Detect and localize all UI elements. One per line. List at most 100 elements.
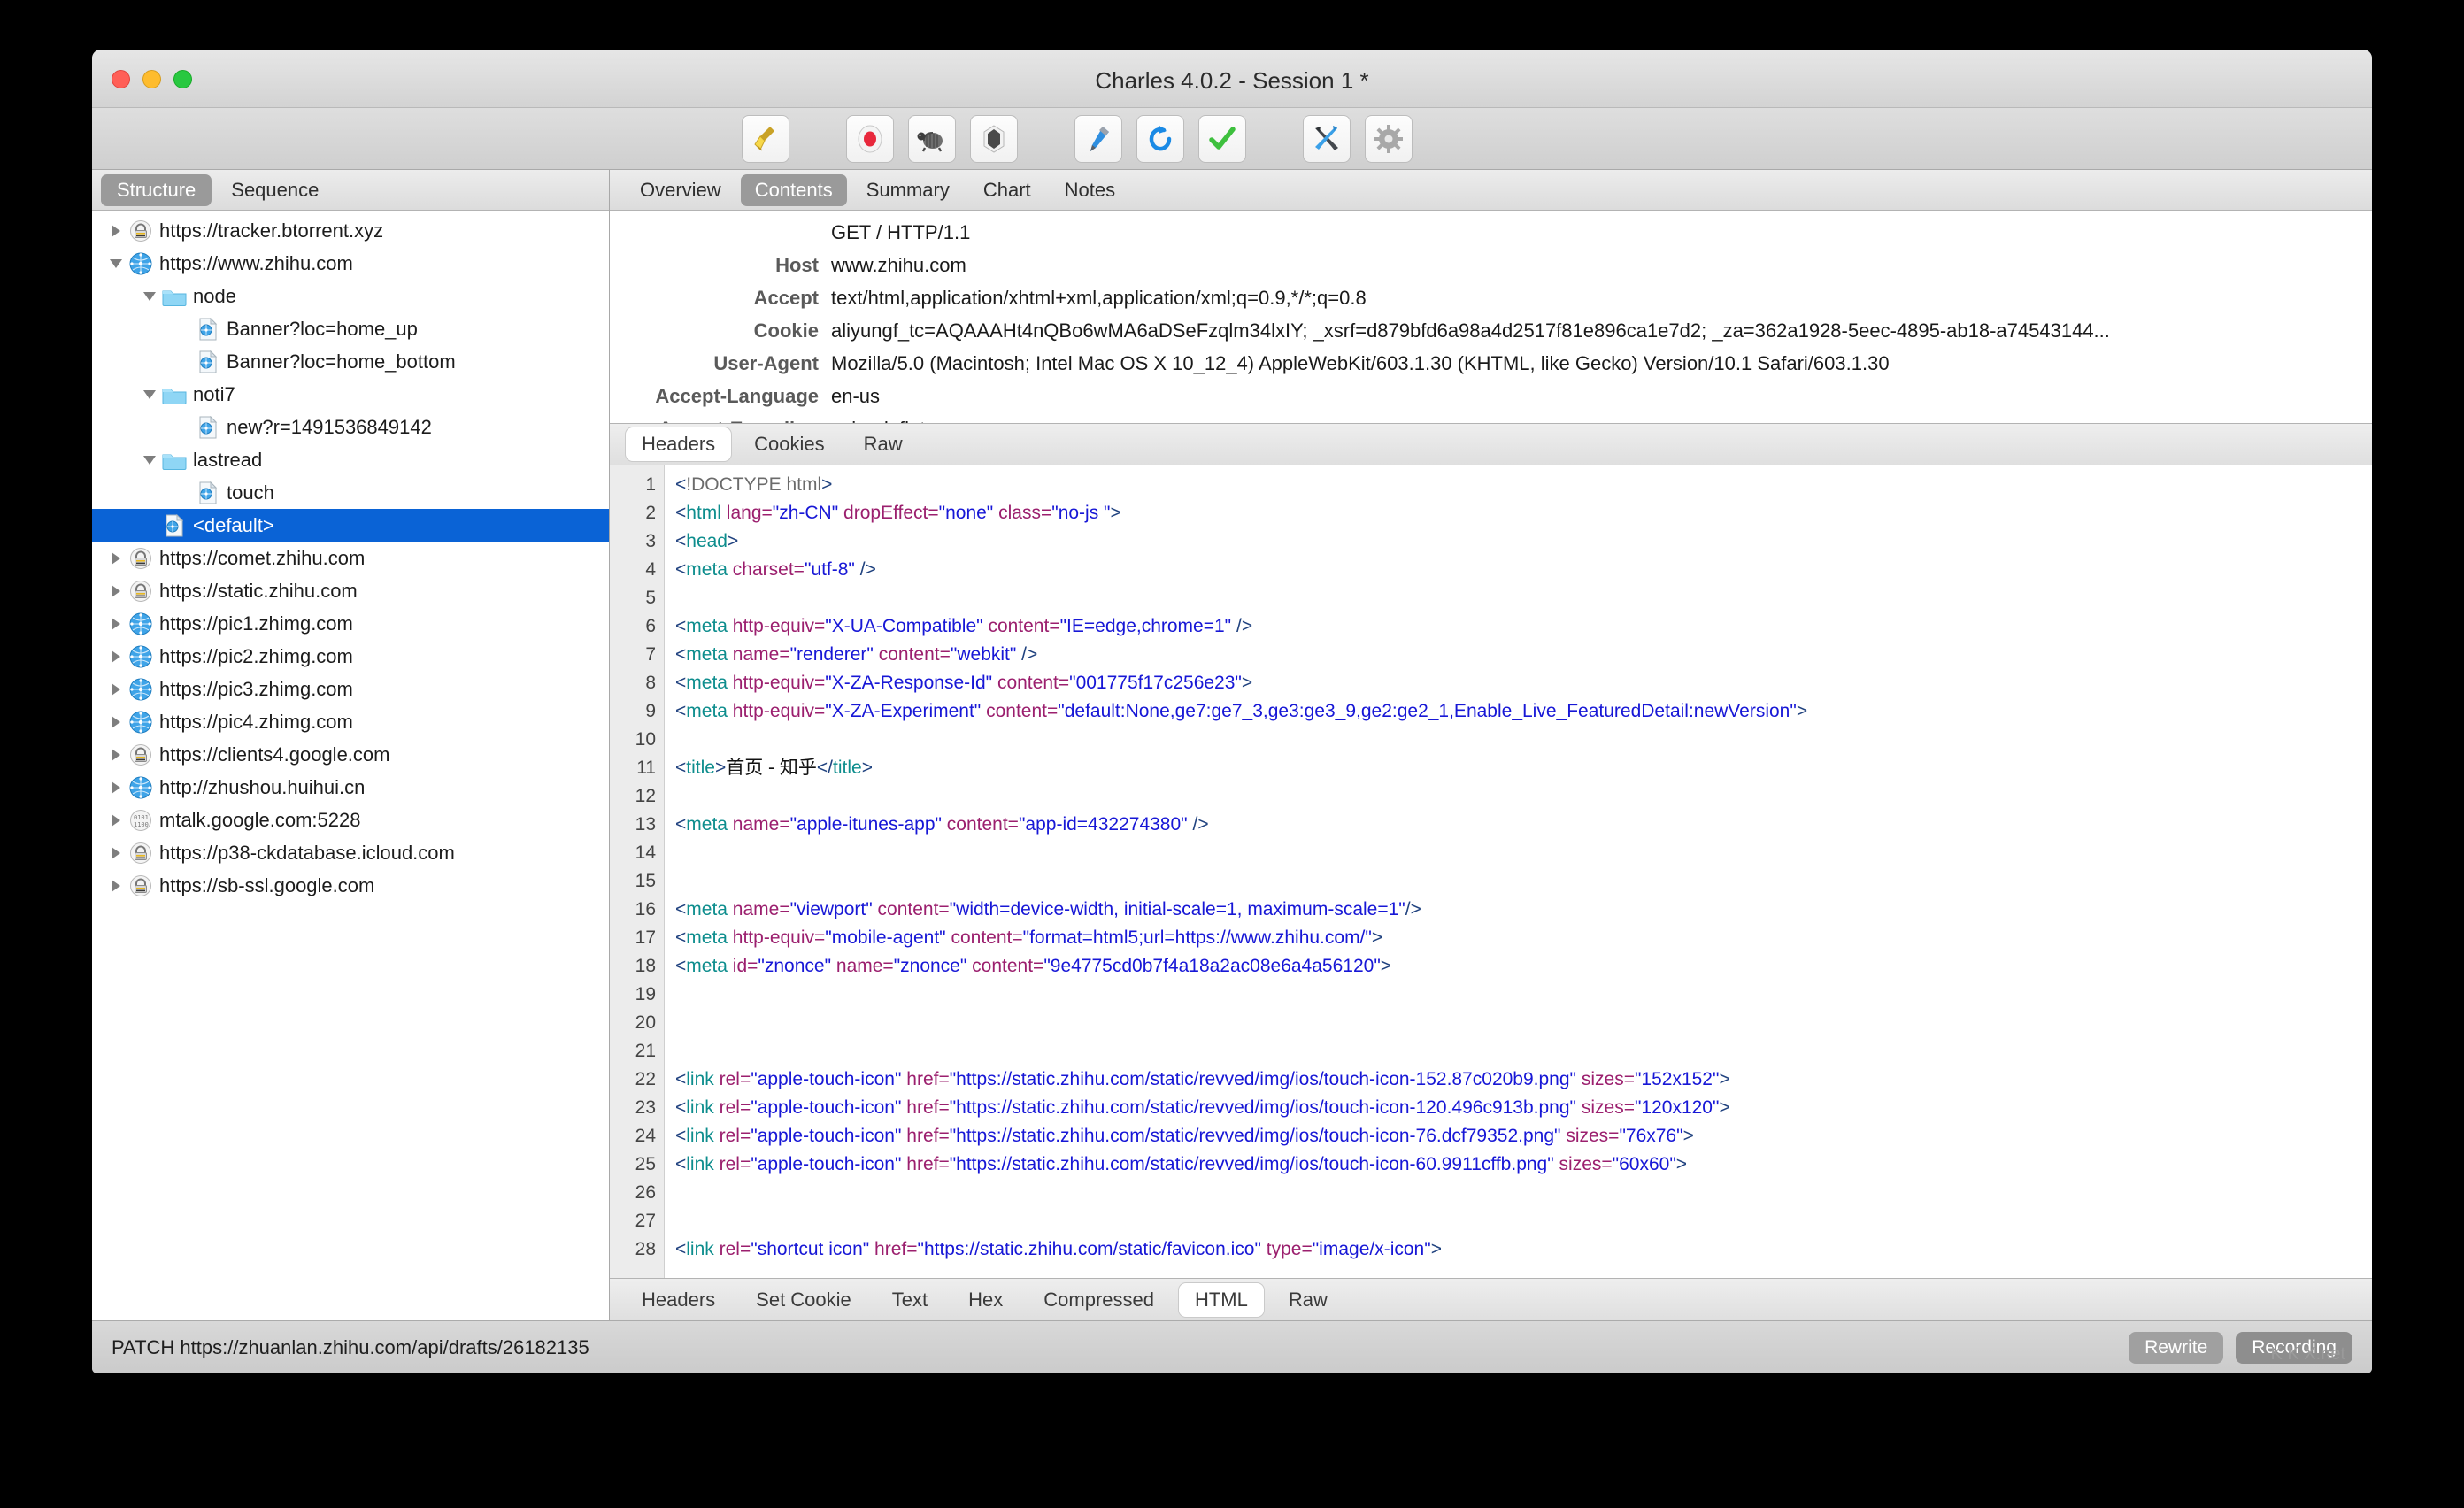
line-number: 24	[635, 1126, 656, 1146]
subtab-res-text[interactable]: Text	[876, 1283, 943, 1317]
chevron-down-icon[interactable]	[138, 454, 161, 466]
turtle-icon	[916, 126, 948, 152]
tree-row[interactable]: noti7	[92, 378, 609, 411]
tree-row[interactable]: https://www.zhihu.com	[92, 247, 609, 280]
chevron-right-icon[interactable]	[104, 846, 127, 860]
line-number: 7	[645, 644, 656, 665]
tree-row[interactable]: https://tracker.btorrent.xyz	[92, 214, 609, 247]
code-line: <meta http-equiv="mobile-agent" content=…	[675, 927, 1383, 948]
tab-overview[interactable]: Overview	[626, 174, 735, 206]
subtab-res-compressed[interactable]: Compressed	[1028, 1283, 1170, 1317]
titlebar: Charles 4.0.2 - Session 1 *	[92, 50, 2372, 108]
tree-row[interactable]: touch	[92, 476, 609, 509]
tree-row[interactable]: https://sb-ssl.google.com	[92, 869, 609, 902]
tree-row[interactable]: node	[92, 280, 609, 312]
tree-row[interactable]: https://pic4.zhimg.com	[92, 705, 609, 738]
tree-row-label: https://www.zhihu.com	[159, 251, 353, 274]
globe-icon	[127, 252, 154, 275]
chevron-right-icon[interactable]	[104, 813, 127, 827]
subtab-req-cookies[interactable]: Cookies	[738, 427, 840, 461]
subtab-res-headers[interactable]: Headers	[626, 1283, 731, 1317]
tree-row-label: Banner?loc=home_up	[227, 317, 418, 340]
subtab-res-set-cookie[interactable]: Set Cookie	[740, 1283, 867, 1317]
tree-row[interactable]: lastread	[92, 443, 609, 476]
tree-row[interactable]: https://p38-ckdatabase.icloud.com	[92, 836, 609, 869]
line-number: 8	[645, 673, 656, 693]
chevron-right-icon[interactable]	[104, 650, 127, 664]
chevron-down-icon[interactable]	[138, 290, 161, 303]
tree-row[interactable]: https://pic3.zhimg.com	[92, 673, 609, 705]
chevron-right-icon[interactable]	[104, 879, 127, 893]
subtab-res-hex[interactable]: Hex	[952, 1283, 1019, 1317]
subtab-res-raw[interactable]: Raw	[1273, 1283, 1344, 1317]
tab-chart[interactable]: Chart	[969, 174, 1045, 206]
chevron-down-icon[interactable]	[138, 389, 161, 401]
header-row: Accept-Language en-us	[610, 380, 2372, 412]
session-tree[interactable]: https://tracker.btorrent.xyz https://www.…	[92, 211, 609, 1320]
subtab-req-headers[interactable]: Headers	[626, 427, 732, 461]
line-number: 6	[645, 616, 656, 636]
segment-structure[interactable]: Structure	[101, 173, 212, 206]
line-number: 18	[635, 956, 656, 976]
line-number: 15	[635, 871, 656, 891]
chevron-right-icon[interactable]	[104, 617, 127, 631]
clear-session-button[interactable]	[742, 114, 789, 163]
settings-button[interactable]	[1365, 114, 1413, 163]
record-button[interactable]	[846, 114, 894, 163]
chevron-down-icon[interactable]	[104, 258, 127, 270]
tree-row[interactable]: http://zhushou.huihui.cn	[92, 771, 609, 804]
tree-row[interactable]: https://pic2.zhimg.com	[92, 640, 609, 673]
compose-button[interactable]	[1074, 114, 1122, 163]
tree-row-label: https://pic1.zhimg.com	[159, 612, 353, 635]
header-name: Cookie	[753, 319, 819, 342]
document-icon	[195, 317, 221, 341]
line-number: 10	[635, 729, 656, 750]
response-body-viewer[interactable]: 1 2 3 4 5 6 7 8 9 10 11 12 13 14 15 16 17 18 19 20 21 22 23 24 2…	[610, 465, 2372, 1278]
segment-sequence[interactable]: Sequence	[215, 174, 335, 206]
tree-row[interactable]: https://pic1.zhimg.com	[92, 607, 609, 640]
tree-row[interactable]: https://comet.zhihu.com	[92, 542, 609, 574]
repeat-button[interactable]	[1136, 114, 1184, 163]
detail-tabs[interactable]: Overview Contents Summary Chart Notes	[610, 170, 2372, 211]
tab-notes[interactable]: Notes	[1051, 174, 1129, 206]
chevron-right-icon[interactable]	[104, 748, 127, 762]
chevron-right-icon[interactable]	[104, 551, 127, 566]
tree-row-label: lastread	[193, 448, 263, 471]
tab-contents[interactable]: Contents	[740, 173, 847, 206]
validate-button[interactable]	[1198, 114, 1246, 163]
chevron-right-icon[interactable]	[104, 715, 127, 729]
subtab-req-raw[interactable]: Raw	[848, 427, 919, 461]
tree-row[interactable]: https://clients4.google.com	[92, 738, 609, 771]
breakpoints-button[interactable]	[970, 114, 1018, 163]
svg-text:1100: 1100	[134, 821, 149, 828]
throttle-button[interactable]	[908, 114, 956, 163]
tree-row[interactable]: Banner?loc=home_bottom	[92, 345, 609, 378]
line-number: 9	[645, 701, 656, 721]
tree-row[interactable]: <default>	[92, 509, 609, 542]
tree-row[interactable]: new?r=1491536849142	[92, 411, 609, 443]
line-number: 11	[636, 758, 656, 778]
tree-row-label: https://clients4.google.com	[159, 742, 390, 766]
html-source-code[interactable]: <!DOCTYPE html> <html lang="zh-CN" dropEf…	[665, 465, 2372, 1278]
request-subtabs[interactable]: Headers Cookies Raw	[610, 423, 2372, 465]
chevron-right-icon[interactable]	[104, 584, 127, 598]
tree-row[interactable]: https://static.zhihu.com	[92, 574, 609, 607]
chevron-right-icon[interactable]	[104, 781, 127, 795]
tools-button[interactable]	[1303, 114, 1351, 163]
lock-icon	[127, 547, 154, 570]
tree-row[interactable]: 0101 1100 mtalk.google.com:5228	[92, 804, 609, 836]
rewrite-button[interactable]: Rewrite	[2129, 1331, 2224, 1364]
subtab-res-html[interactable]: HTML	[1178, 1282, 1264, 1317]
response-subtabs[interactable]: Headers Set Cookie Text Hex Compressed HTML Ra…	[610, 1278, 2372, 1320]
tab-summary[interactable]: Summary	[852, 174, 964, 206]
toolbar-group-2	[846, 114, 1018, 163]
broom-icon	[752, 125, 779, 153]
chevron-right-icon[interactable]	[104, 224, 127, 238]
tree-row[interactable]: Banner?loc=home_up	[92, 312, 609, 345]
lock-icon	[127, 743, 154, 766]
line-number: 16	[635, 899, 656, 919]
chevron-right-icon[interactable]	[104, 682, 127, 696]
pen-icon	[1085, 124, 1112, 154]
